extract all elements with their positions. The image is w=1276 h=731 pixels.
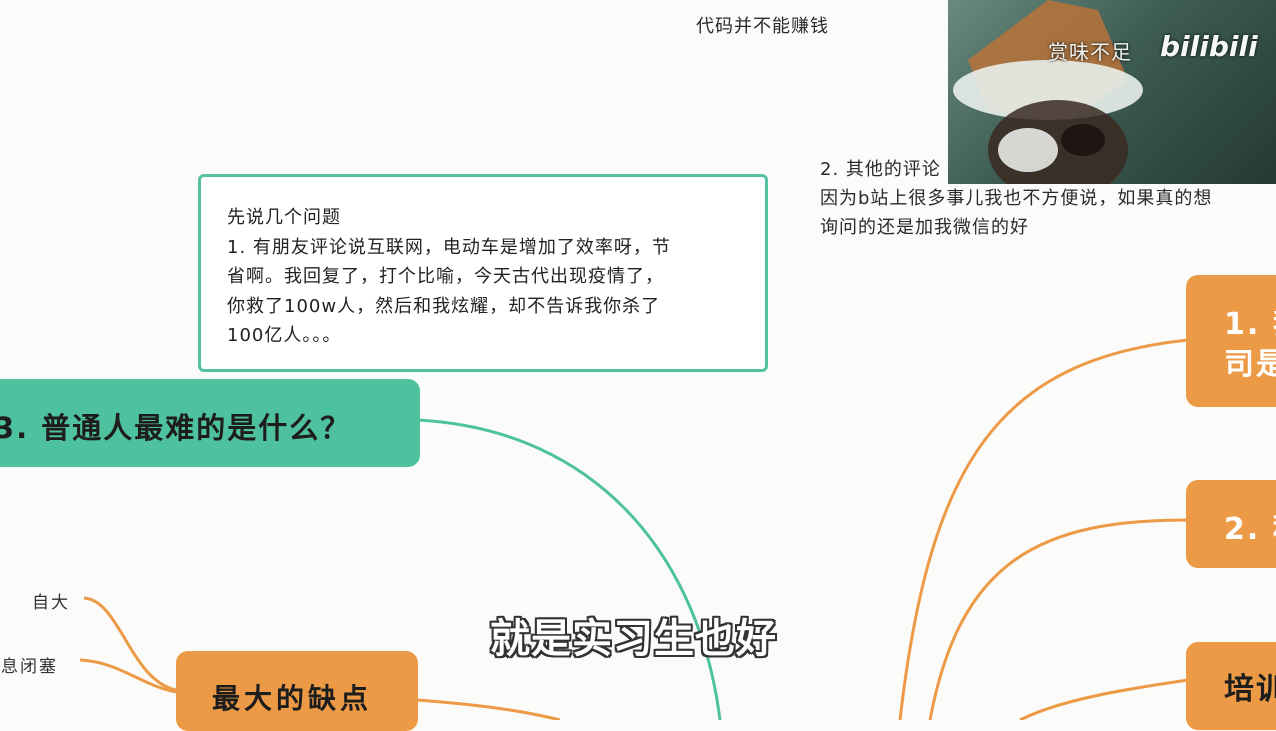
top-heading: 代码并不能赚钱: [696, 16, 829, 37]
leaf-information-closed[interactable]: 信息闭塞: [0, 652, 58, 677]
right-topic-node-1-line-1: 1. 我: [1224, 307, 1276, 342]
orange-connector-3: [1019, 678, 1189, 720]
right-topic-node-1-line-2: 司是: [1224, 347, 1276, 382]
uploader-name: 赏味不足: [1048, 40, 1132, 64]
teal-connector: [417, 418, 722, 720]
bilibili-logo: bilibili: [1160, 30, 1258, 63]
video-subtitle: 就是实习生也好: [490, 616, 777, 662]
leaf-arrogance[interactable]: 自大: [32, 588, 70, 613]
other-comments-title: 2. 其他的评论: [820, 159, 941, 180]
leaf-connector-1: [83, 596, 177, 692]
right-topic-node-2-label: 2. 程: [1224, 512, 1276, 547]
orange-connector-2: [928, 518, 1189, 720]
right-topic-node-1[interactable]: 1. 我 司是: [1186, 275, 1276, 407]
note-line: 100亿人。。。: [227, 325, 342, 346]
questions-note[interactable]: 先说几个问题 1. 有朋友评论说互联网，电动车是增加了效率呀，节 省啊。我回复了…: [198, 174, 768, 372]
right-topic-node-3-label: 培训: [1224, 672, 1276, 707]
webcam-overlay: 赏味不足 bilibili: [948, 0, 1276, 184]
webcam-avatar-icon: [953, 0, 1143, 184]
topic-node-biggest-weakness[interactable]: 最大的缺点: [176, 651, 418, 731]
leaf-connector-2: [79, 658, 177, 694]
topic-node-hardest-for-ordinary-people[interactable]: 3. 普通人最难的是什么？: [0, 379, 420, 467]
bottom-node-connector: [417, 698, 561, 720]
right-topic-node-3[interactable]: 培训: [1186, 642, 1276, 730]
other-comments-line-2: 询问的还是加我微信的好: [820, 217, 1029, 238]
note-line: 省啊。我回复了，打个比喻，今天古代出现疫情了，: [227, 266, 664, 287]
right-topic-node-2[interactable]: 2. 程: [1186, 480, 1276, 568]
note-line: 先说几个问题: [227, 207, 341, 228]
note-line: 1. 有朋友评论说互联网，电动车是增加了效率呀，节: [227, 236, 671, 258]
note-line: 你救了100w人，然后和我炫耀，却不告诉我你杀了: [227, 295, 661, 317]
other-comments-line-1: 因为b站上很多事儿我也不方便说，如果真的想: [820, 188, 1213, 209]
